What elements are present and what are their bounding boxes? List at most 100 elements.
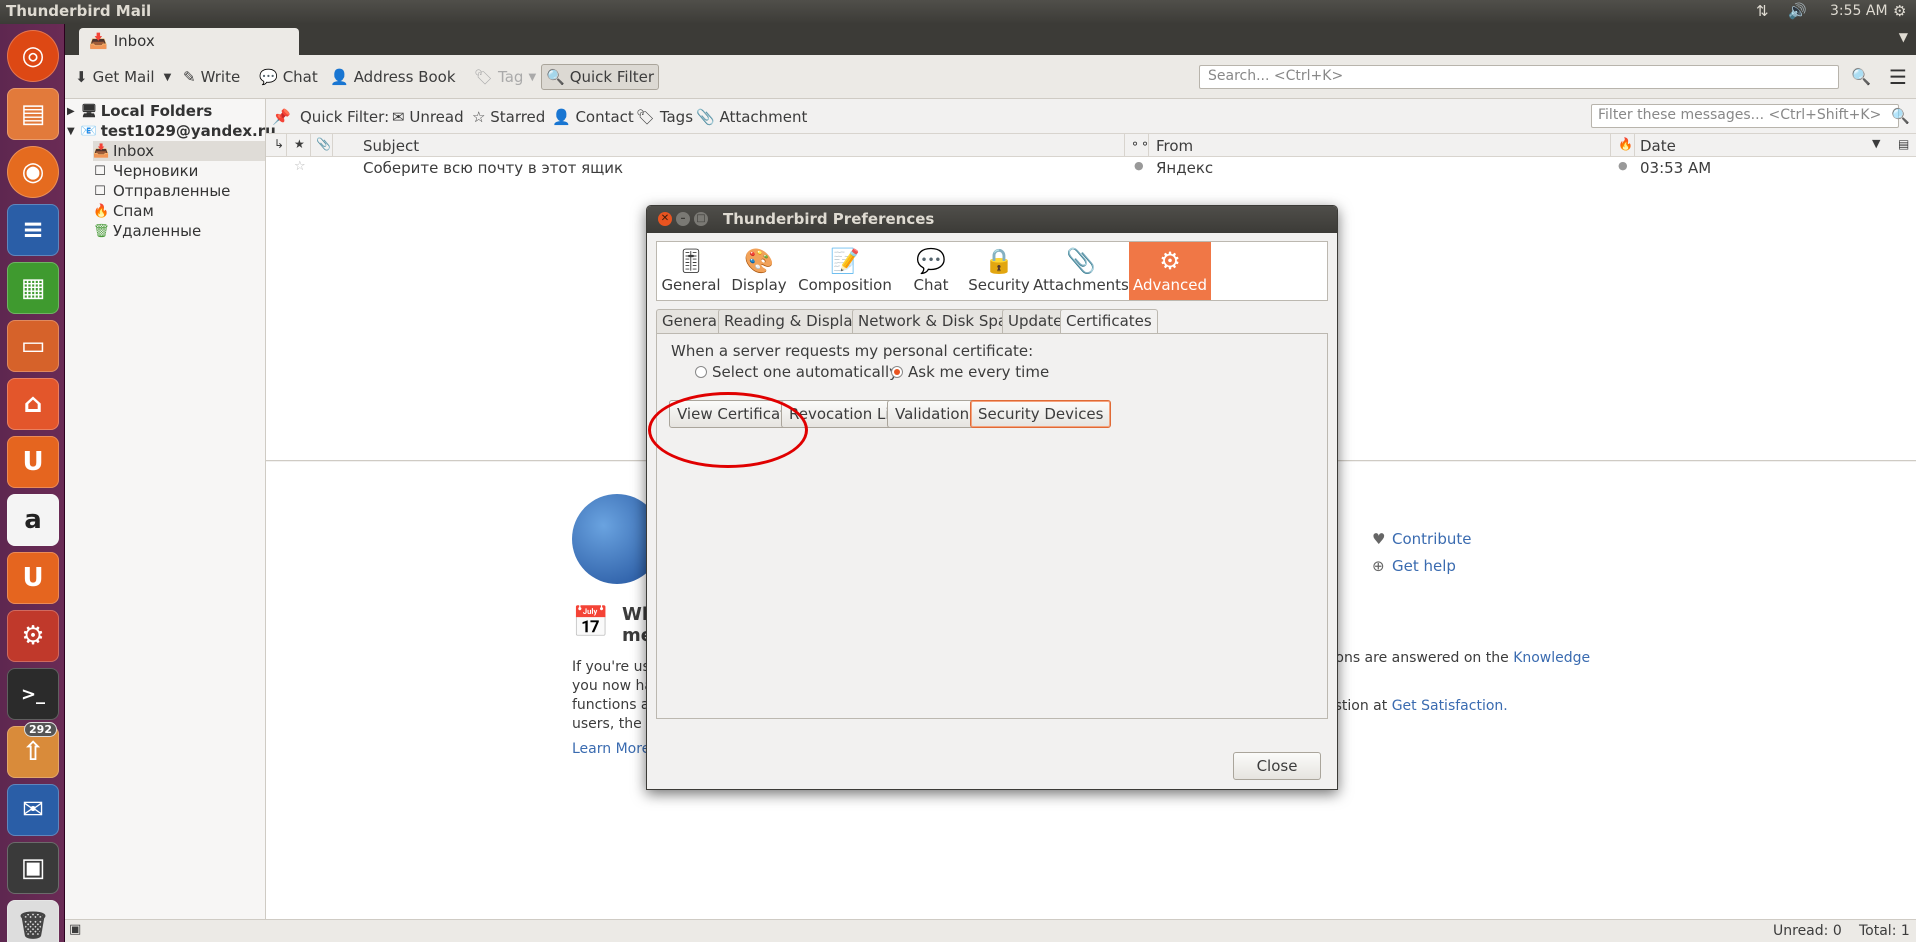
junk-column-icon[interactable]: 🔥 bbox=[1618, 137, 1633, 151]
address-book-button[interactable]: 👤 Address Book bbox=[326, 64, 460, 90]
radio-ask-every-time[interactable]: Ask me every time bbox=[891, 363, 1049, 381]
attachment-column-icon[interactable]: 📎 bbox=[316, 137, 331, 151]
radio-button[interactable] bbox=[891, 366, 903, 378]
quick-filter-button[interactable]: 🔍 Quick Filter bbox=[541, 64, 660, 90]
expand-icon[interactable]: ▶ bbox=[67, 106, 75, 117]
column-subject[interactable]: Subject bbox=[363, 137, 419, 155]
search-icon[interactable]: 🔍 bbox=[1851, 67, 1871, 86]
validation-button[interactable]: Validation bbox=[887, 400, 978, 428]
radio-select-auto[interactable]: Select one automatically bbox=[695, 363, 898, 381]
folder-deleted[interactable]: 🗑 Удаленные bbox=[93, 221, 201, 241]
files-icon[interactable]: ▤ bbox=[7, 88, 59, 140]
security-devices-button[interactable]: Security Devices bbox=[970, 400, 1112, 428]
quick-filter-bar: 📌 Quick Filter: ✉ Unread ☆ Starred 👤 Con… bbox=[266, 104, 1916, 131]
filter-attachment[interactable]: 📎 Attachment bbox=[696, 108, 807, 126]
chat-button[interactable]: 💬 Chat bbox=[255, 64, 322, 90]
preferences-dialog: ✕ – □ Thunderbird Preferences 🎚 General 🎨… bbox=[646, 205, 1338, 790]
column-date[interactable]: Date bbox=[1640, 137, 1676, 155]
folder-label: Удаленные bbox=[113, 222, 202, 240]
pane-general[interactable]: 🎚 General bbox=[657, 242, 725, 300]
thread-column-icon[interactable]: ↳ bbox=[274, 137, 284, 151]
chevron-down-icon: ▼ bbox=[528, 71, 537, 83]
subtab-reading-display[interactable]: Reading & Display bbox=[718, 309, 868, 333]
folder-label: Отправленные bbox=[113, 182, 231, 200]
clock[interactable]: 3:55 AM bbox=[1830, 3, 1888, 19]
trash-icon[interactable]: 🗑 bbox=[7, 900, 59, 942]
volume-icon[interactable]: 🔊 bbox=[1788, 2, 1807, 20]
updates-icon[interactable]: ⇧ 292 bbox=[7, 722, 59, 778]
junk-dot-icon[interactable]: ● bbox=[1618, 159, 1628, 172]
minimize-icon[interactable]: – bbox=[676, 212, 690, 226]
radio-label: Ask me every time bbox=[908, 363, 1050, 381]
subtab-certificates[interactable]: Certificates bbox=[1060, 309, 1158, 334]
writer-icon[interactable]: ≡ bbox=[7, 204, 59, 256]
chevron-down-icon[interactable]: ▼ bbox=[164, 72, 172, 83]
app-menu-icon[interactable]: ☰ bbox=[1889, 65, 1907, 89]
filter-label: Contact bbox=[575, 108, 634, 126]
tag-button[interactable]: 🏷 Tag ▼ bbox=[470, 64, 540, 90]
settings-icon[interactable]: ⚙ bbox=[7, 610, 59, 662]
get-mail-button[interactable]: ⬇ Get Mail ▼ bbox=[71, 64, 175, 90]
workspace-icon[interactable]: ▣ bbox=[7, 842, 59, 894]
pane-composition[interactable]: 📝 Composition bbox=[793, 242, 897, 300]
pane-security[interactable]: 🔒 Security bbox=[965, 242, 1033, 300]
folder-local[interactable]: ▶ 🖥 Local Folders bbox=[67, 101, 212, 121]
network-icon[interactable]: ⇅ bbox=[1756, 2, 1769, 20]
pin-icon[interactable]: 📌 bbox=[272, 108, 291, 126]
radio-button[interactable] bbox=[695, 366, 707, 378]
column-from[interactable]: From bbox=[1156, 137, 1193, 155]
pane-chat[interactable]: 💬 Chat bbox=[897, 242, 965, 300]
amazon-icon[interactable]: a bbox=[7, 494, 59, 546]
filter-tags[interactable]: 🏷 Tags bbox=[636, 108, 693, 126]
knowledge-link[interactable]: Knowledge bbox=[1513, 650, 1590, 666]
filter-contact[interactable]: 👤 Contact bbox=[552, 108, 634, 126]
learn-more-link[interactable]: Learn More bbox=[572, 741, 650, 757]
ubuntu-one-music-icon[interactable]: U bbox=[7, 552, 59, 604]
pane-advanced[interactable]: ⚙ Advanced bbox=[1129, 242, 1211, 300]
get-help-link[interactable]: Get help bbox=[1392, 557, 1456, 575]
folder-label: Local Folders bbox=[100, 102, 213, 120]
pane-attachments[interactable]: 📎 Attachments bbox=[1033, 242, 1129, 300]
star-icon[interactable]: ☆ bbox=[294, 159, 306, 174]
write-button[interactable]: ✎ Write bbox=[179, 64, 244, 90]
filter-starred[interactable]: ☆ Starred bbox=[472, 108, 545, 126]
ubuntu-one-icon[interactable]: U bbox=[7, 436, 59, 488]
filter-messages-input[interactable]: Filter these messages... <Ctrl+Shift+K> bbox=[1591, 104, 1899, 128]
software-center-icon[interactable]: ⌂ bbox=[7, 378, 59, 430]
subtab-general[interactable]: General bbox=[656, 309, 728, 333]
filter-unread[interactable]: ✉ Unread bbox=[392, 108, 464, 126]
column-picker-icon[interactable]: ▤ bbox=[1898, 137, 1909, 151]
filter-label: Unread bbox=[409, 108, 464, 126]
dash-icon[interactable]: ◎ bbox=[7, 30, 59, 82]
pane-display[interactable]: 🎨 Display bbox=[725, 242, 793, 300]
activity-icon[interactable]: ▣ bbox=[69, 922, 81, 937]
thunderbird-icon[interactable]: ✉ bbox=[7, 784, 59, 836]
firefox-icon[interactable]: ◉ bbox=[7, 146, 59, 198]
get-satisfaction-link[interactable]: Get Satisfaction. bbox=[1392, 698, 1508, 714]
gear-icon[interactable]: ⚙ bbox=[1893, 2, 1906, 20]
folder-account[interactable]: ▼ 📧 test1029@yandex.ru bbox=[67, 121, 276, 141]
search-icon[interactable]: 🔍 bbox=[1891, 107, 1910, 125]
message-row[interactable]: ☆ Соберите всю почту в этот ящик ● Яндек… bbox=[266, 157, 1916, 179]
terminal-icon[interactable]: >_ bbox=[7, 668, 59, 720]
close-button[interactable]: Close bbox=[1233, 752, 1321, 780]
star-column-icon[interactable]: ★ bbox=[294, 137, 305, 151]
tab-list-icon[interactable]: ▼ bbox=[1899, 30, 1908, 44]
pane-label: Advanced bbox=[1132, 276, 1208, 294]
maximize-icon[interactable]: □ bbox=[694, 212, 708, 226]
global-search-input[interactable]: Search... <Ctrl+K> bbox=[1199, 65, 1839, 89]
collapse-icon[interactable]: ▼ bbox=[67, 126, 75, 137]
close-icon[interactable]: ✕ bbox=[658, 212, 672, 226]
impress-icon[interactable]: ▭ bbox=[7, 320, 59, 372]
certificates-panel: When a server requests my personal certi… bbox=[656, 333, 1328, 719]
contribute-link[interactable]: Contribute bbox=[1392, 530, 1472, 548]
read-dot-icon[interactable]: ● bbox=[1134, 159, 1144, 172]
folder-sent[interactable]: ☐ Отправленные bbox=[93, 181, 230, 201]
tab-inbox[interactable]: 📥 Inbox bbox=[79, 28, 299, 55]
subtab-update[interactable]: Update bbox=[1002, 309, 1069, 333]
folder-drafts[interactable]: ☐ Черновики bbox=[93, 161, 198, 181]
calc-icon[interactable]: ▦ bbox=[7, 262, 59, 314]
chat-bubble-icon: 💬 bbox=[916, 247, 946, 275]
folder-spam[interactable]: 🔥 Спам bbox=[93, 201, 154, 221]
folder-inbox[interactable]: 📥 Inbox bbox=[93, 141, 265, 161]
